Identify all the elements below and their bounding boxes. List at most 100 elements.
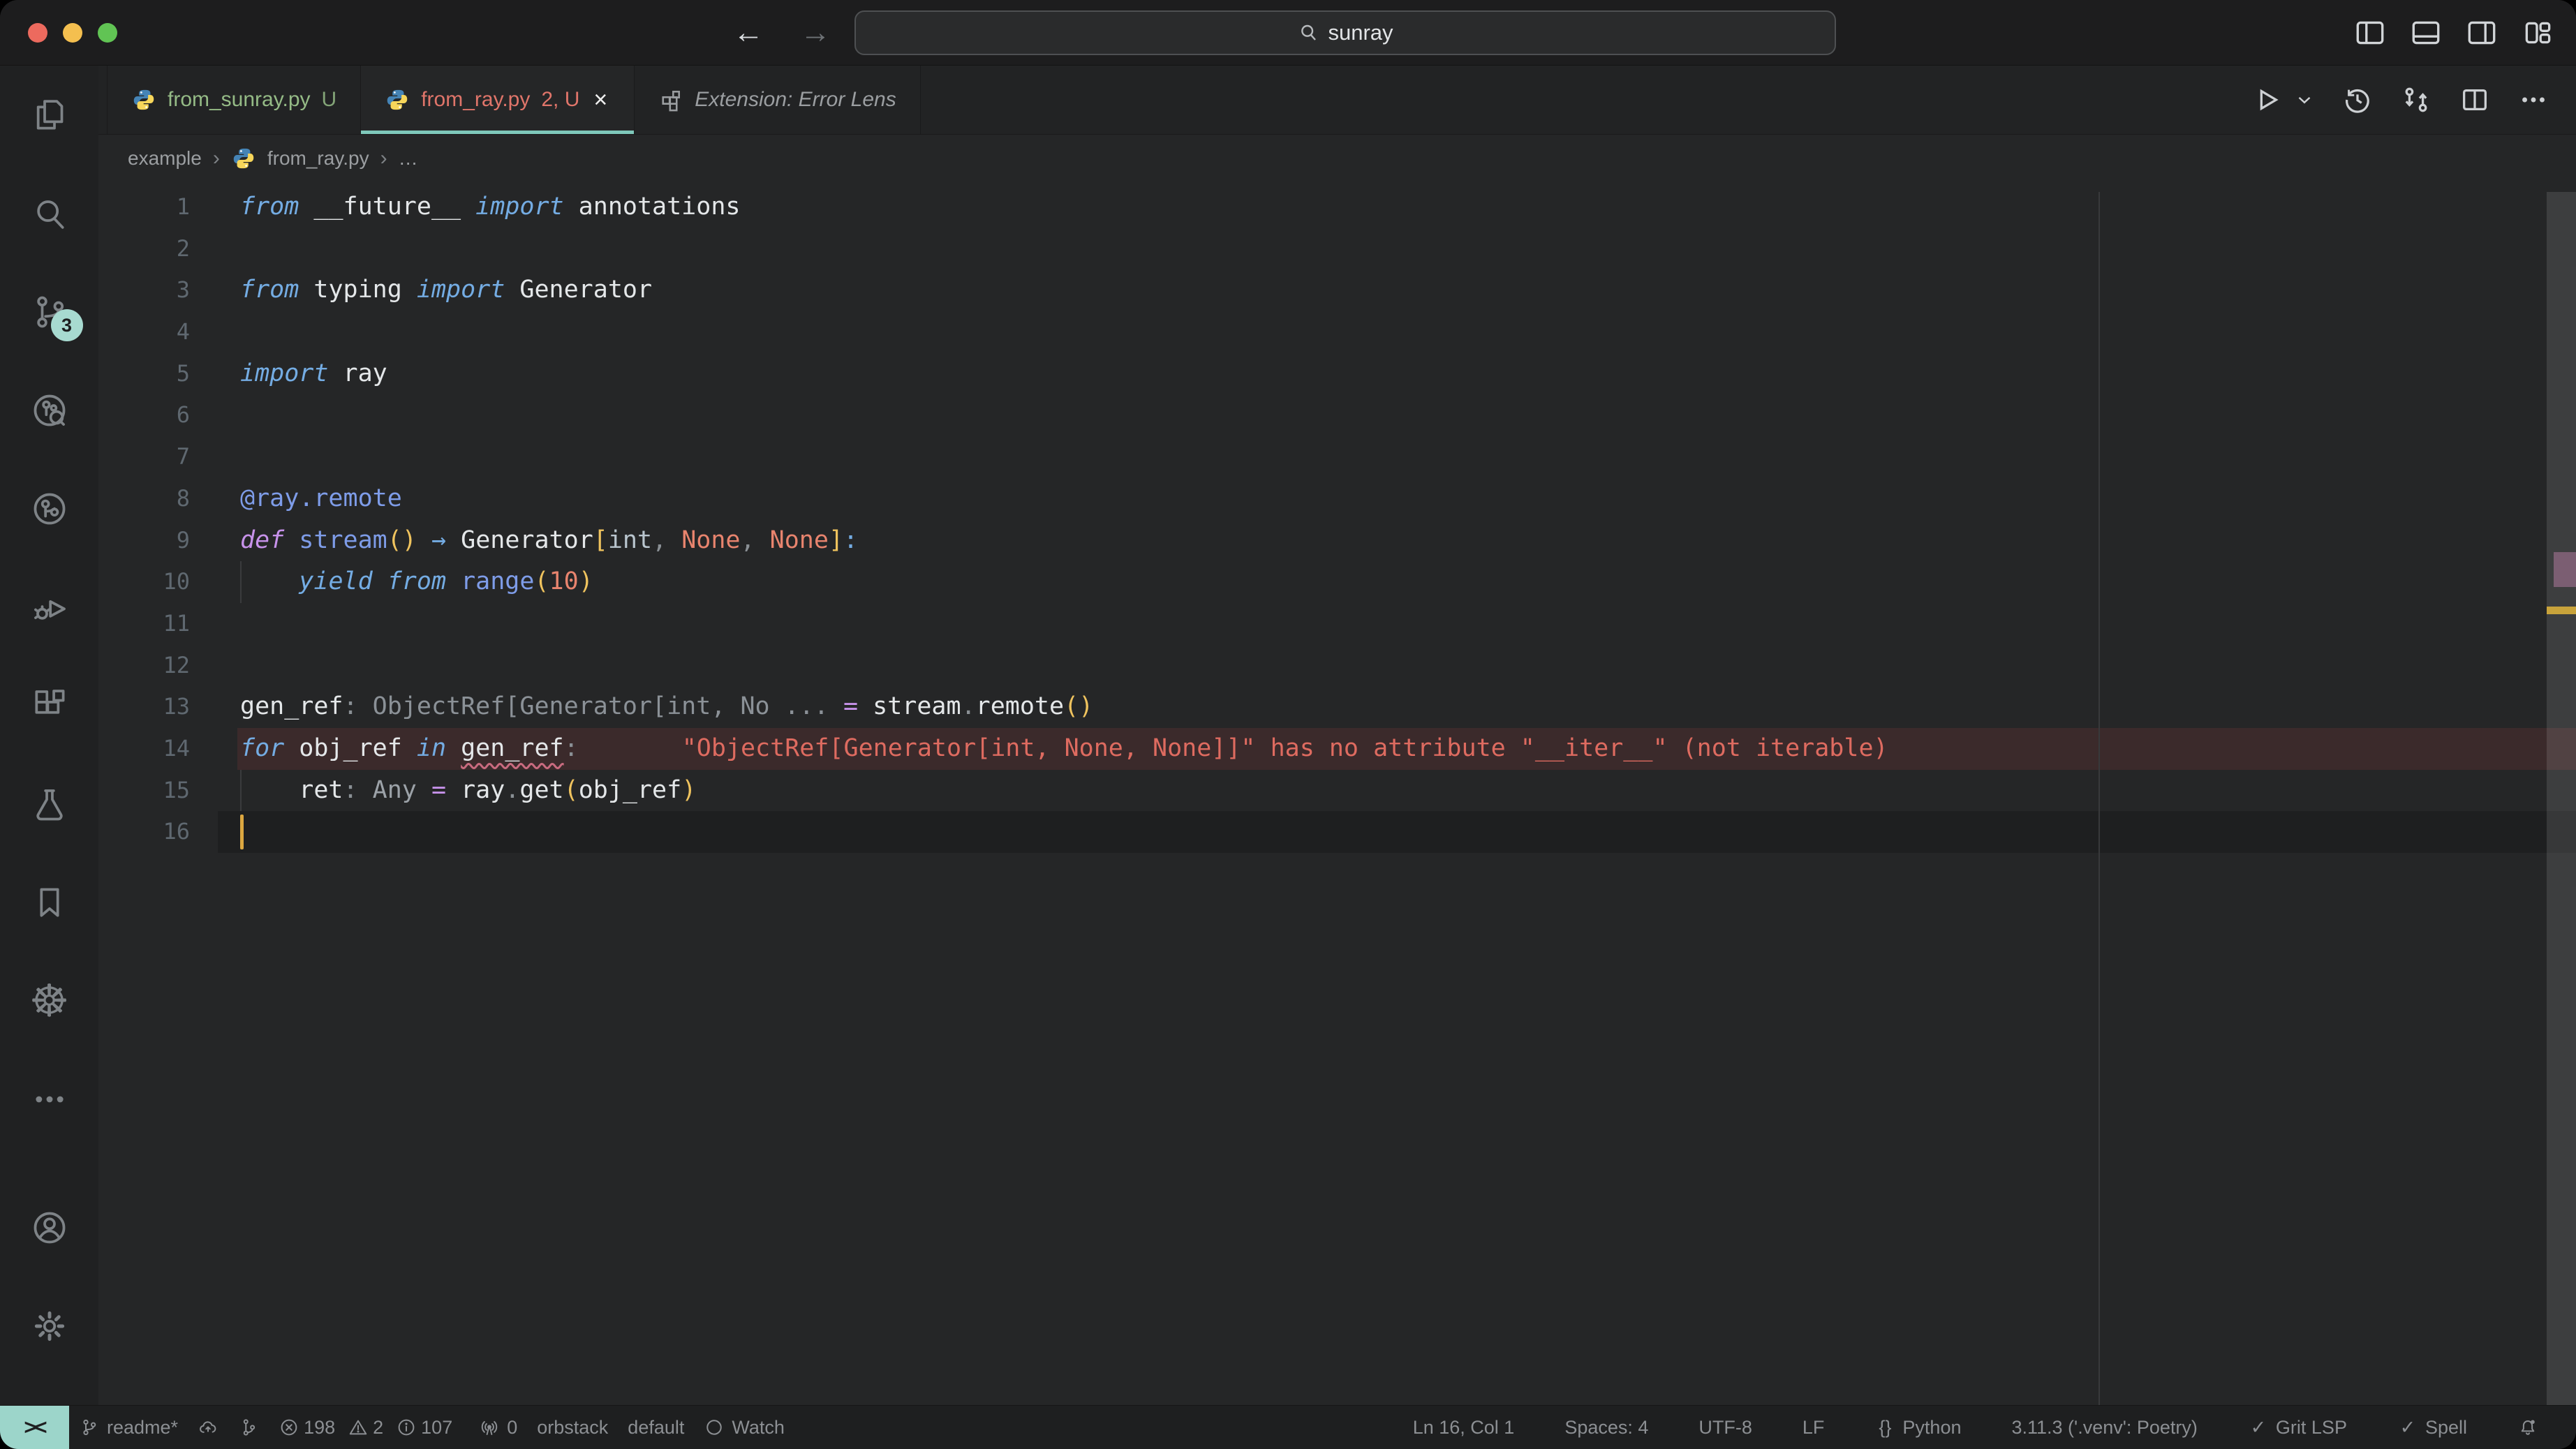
activitybar-item-explorer[interactable] bbox=[27, 96, 72, 135]
statusbar-notifications[interactable] bbox=[2508, 1406, 2548, 1449]
zoom-window-button[interactable] bbox=[98, 23, 117, 43]
scrollbar[interactable] bbox=[2547, 192, 2576, 1405]
activitybar-item-settings[interactable] bbox=[27, 1307, 72, 1346]
extensions-icon bbox=[658, 87, 683, 112]
activitybar-item-kubernetes[interactable]: ☸ bbox=[27, 981, 72, 1020]
line-number[interactable]: 11 bbox=[98, 603, 190, 645]
traffic-lights bbox=[28, 23, 117, 43]
activitybar-item-extensions[interactable] bbox=[27, 686, 72, 725]
timeline-history-icon[interactable] bbox=[2341, 84, 2374, 116]
line-number[interactable]: 3 bbox=[98, 269, 190, 311]
code-token: __future__ bbox=[299, 193, 475, 221]
statusbar-sync[interactable] bbox=[188, 1406, 228, 1449]
line-number[interactable]: 2 bbox=[98, 228, 190, 270]
code-line-14[interactable]: 14for obj_ref in gen_ref:"ObjectRef[Gene… bbox=[98, 728, 2576, 770]
activitybar-item-run-debug[interactable] bbox=[27, 588, 72, 627]
run-dropdown-chevron-icon[interactable] bbox=[2294, 89, 2315, 110]
activitybar-item-bookmarks[interactable] bbox=[27, 883, 72, 922]
line-number[interactable]: 14 bbox=[98, 728, 190, 770]
activitybar-item-more[interactable] bbox=[27, 1080, 72, 1119]
code-token: 10 bbox=[549, 567, 579, 595]
line-number[interactable]: 8 bbox=[98, 478, 190, 520]
breadcrumb-symbol[interactable]: … bbox=[399, 147, 418, 170]
back-icon[interactable]: ← bbox=[733, 17, 764, 48]
code-line-1[interactable]: 1from __future__ import annotations bbox=[98, 186, 2576, 228]
close-tab-icon[interactable]: × bbox=[591, 85, 610, 114]
customize-layout-icon[interactable] bbox=[2520, 15, 2555, 50]
toggle-panel-icon[interactable] bbox=[2408, 15, 2443, 50]
statusbar-kube-context[interactable]: default bbox=[618, 1406, 694, 1449]
code-line-content: from typing import Generator bbox=[240, 269, 652, 311]
line-number[interactable]: 12 bbox=[98, 645, 190, 687]
line-number[interactable]: 9 bbox=[98, 520, 190, 562]
code-token: stream bbox=[299, 526, 387, 554]
line-number[interactable]: 1 bbox=[98, 186, 190, 228]
statusbar-cursor-position-label: Ln 16, Col 1 bbox=[1413, 1417, 1515, 1439]
line-number[interactable]: 13 bbox=[98, 686, 190, 728]
line-number[interactable]: 7 bbox=[98, 436, 190, 478]
tab-extension-error-lens[interactable]: Extension: Error Lens bbox=[635, 66, 920, 134]
statusbar-encoding[interactable]: UTF-8 bbox=[1689, 1406, 1762, 1449]
code-editor[interactable]: 1from __future__ import annotations23 fro… bbox=[98, 182, 2576, 1405]
statusbar-cursor-position[interactable]: Ln 16, Col 1 bbox=[1403, 1406, 1525, 1449]
code-token: None bbox=[667, 526, 740, 554]
code-line-8[interactable]: 8@ray.remote bbox=[98, 478, 2576, 520]
line-number[interactable]: 5 bbox=[98, 353, 190, 395]
activitybar-item-source-control[interactable]: 3 bbox=[27, 292, 72, 332]
code-line-12[interactable]: 12 bbox=[98, 645, 2576, 687]
forward-icon[interactable]: → bbox=[800, 17, 831, 48]
statusbar-problems[interactable]: 1982107 bbox=[269, 1406, 469, 1449]
statusbar-python-interpreter[interactable]: 3.11.3 ('.venv': Poetry) bbox=[2001, 1406, 2207, 1449]
more-actions-icon[interactable] bbox=[2517, 84, 2549, 116]
tab-from-sunray[interactable]: from_sunray.py U bbox=[107, 66, 361, 134]
line-number[interactable]: 15 bbox=[98, 770, 190, 812]
code-line-6[interactable]: 6 bbox=[98, 394, 2576, 436]
code-line-13[interactable]: 13gen_ref: ObjectRef[Generator[int, No .… bbox=[98, 686, 2576, 728]
code-line-2[interactable]: 2 bbox=[98, 228, 2576, 270]
statusbar-source-control-graph[interactable] bbox=[228, 1406, 269, 1449]
activitybar-item-git-graph[interactable] bbox=[27, 489, 72, 528]
code-line-16[interactable]: 16 bbox=[98, 811, 2576, 853]
code-line-10[interactable]: 10 yield from range(10) bbox=[98, 561, 2576, 603]
statusbar-watch[interactable]: Watch bbox=[694, 1406, 794, 1449]
code-line-11[interactable]: 11 bbox=[98, 603, 2576, 645]
run-python-file-icon[interactable] bbox=[2251, 84, 2283, 116]
minimize-window-button[interactable] bbox=[63, 23, 82, 43]
command-center-search[interactable]: sunray bbox=[854, 10, 1836, 55]
toggle-primary-sidebar-icon[interactable] bbox=[2353, 15, 2388, 50]
statusbar-indentation[interactable]: Spaces: 4 bbox=[1555, 1406, 1658, 1449]
code-line-4[interactable]: 4 bbox=[98, 311, 2576, 353]
remote-indicator[interactable]: >< bbox=[0, 1406, 69, 1449]
tab-bar: from_sunray.py U from_ray.py 2, U × Exte… bbox=[98, 66, 2576, 135]
statusbar-branch[interactable]: readme* bbox=[69, 1406, 188, 1449]
split-editor-icon[interactable] bbox=[2459, 84, 2491, 116]
code-line-15[interactable]: 15 ret: Any = ray.get(obj_ref) bbox=[98, 770, 2576, 812]
code-line-3[interactable]: 3 from typing import Generator bbox=[98, 269, 2576, 311]
statusbar-ports[interactable]: 0 bbox=[469, 1406, 527, 1449]
activitybar-item-accounts[interactable] bbox=[27, 1208, 72, 1247]
tab-from-ray[interactable]: from_ray.py 2, U × bbox=[361, 66, 635, 134]
code-line-7[interactable]: 7 bbox=[98, 436, 2576, 478]
line-number[interactable]: 6 bbox=[98, 394, 190, 436]
toggle-secondary-sidebar-icon[interactable] bbox=[2464, 15, 2499, 50]
code-token: Generator bbox=[505, 276, 652, 304]
statusbar-eol[interactable]: LF bbox=[1793, 1406, 1835, 1449]
statusbar-grit-lsp[interactable]: ✓Grit LSP bbox=[2238, 1406, 2357, 1449]
code-line-9[interactable]: 9def stream() → Generator[int, None, Non… bbox=[98, 520, 2576, 562]
line-number[interactable]: 4 bbox=[98, 311, 190, 353]
activitybar-item-search[interactable] bbox=[27, 194, 72, 233]
activitybar-item-testing[interactable] bbox=[27, 785, 72, 824]
code-line-5[interactable]: 5import ray bbox=[98, 353, 2576, 395]
compare-changes-icon[interactable] bbox=[2400, 84, 2432, 116]
tab-problems-badge: 2, U bbox=[541, 88, 579, 112]
breadcrumb-file[interactable]: from_ray.py bbox=[267, 147, 369, 170]
statusbar-ports-label: 0 bbox=[507, 1417, 517, 1439]
statusbar-language-mode[interactable]: {}Python bbox=[1865, 1406, 1971, 1449]
statusbar-orbstack[interactable]: orbstack bbox=[527, 1406, 618, 1449]
close-window-button[interactable] bbox=[28, 23, 47, 43]
line-number[interactable]: 16 bbox=[98, 811, 190, 853]
activitybar-item-gitlens[interactable] bbox=[27, 391, 72, 430]
breadcrumb-folder[interactable]: example bbox=[128, 147, 202, 170]
statusbar-spell[interactable]: ✓Spell bbox=[2388, 1406, 2477, 1449]
line-number[interactable]: 10 bbox=[98, 561, 190, 603]
